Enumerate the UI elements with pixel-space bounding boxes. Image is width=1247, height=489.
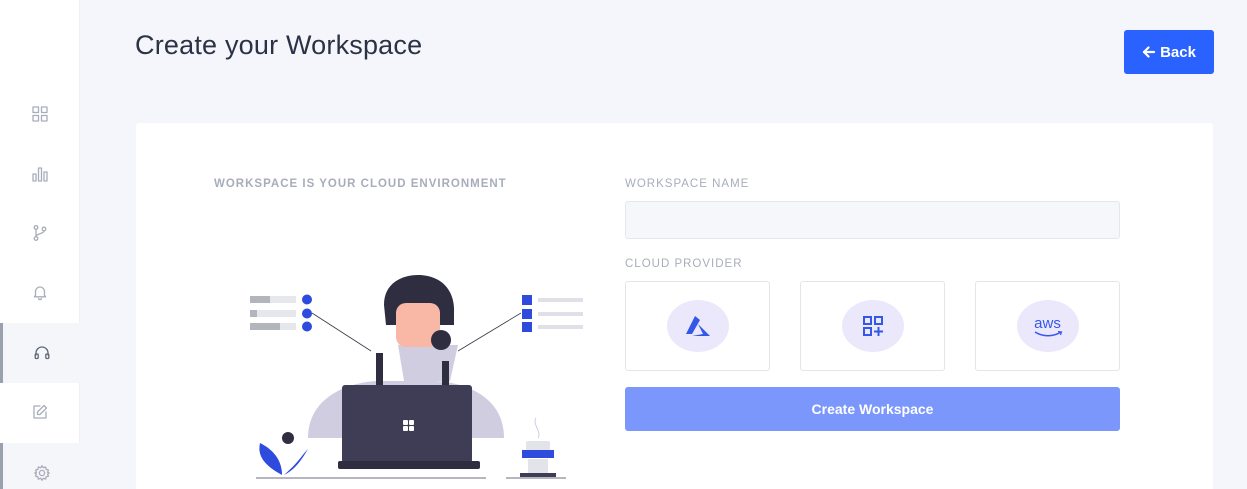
sidebar-item-edit[interactable] [0,382,80,442]
sidebar-item-dashboard[interactable] [0,84,80,144]
gcp-icon [862,316,883,336]
headset-icon [34,346,49,360]
provider-option-azure[interactable] [625,281,770,371]
provider-option-gcp[interactable] [800,281,945,371]
provider-option-aws[interactable]: aws [975,281,1120,371]
provider-icon-circle [841,300,904,352]
create-workspace-card: WORKSPACE IS YOUR CLOUD ENVIRONMENT WORK… [136,123,1213,489]
sidebar [0,0,80,489]
back-button[interactable]: Back [1124,30,1214,74]
azure-icon [685,316,710,336]
sidebar-item-settings[interactable] [0,443,80,489]
git-branch-icon [33,225,47,241]
aws-smile-icon [1034,330,1062,336]
cloud-provider-label: CLOUD PROVIDER [625,258,743,270]
sidebar-item-support[interactable] [0,323,80,383]
page-title: Create your Workspace [135,30,423,60]
aws-icon: aws [1034,314,1061,332]
sidebar-item-branches[interactable] [0,203,80,263]
edit-icon [33,404,48,419]
workspace-name-input[interactable] [625,201,1120,239]
bar-chart-icon [32,167,48,182]
workspace-name-label: WORKSPACE NAME [625,178,750,190]
provider-icon-circle: aws [1016,300,1079,352]
illustration-caption: WORKSPACE IS YOUR CLOUD ENVIRONMENT [214,178,507,190]
arrow-left-icon [1142,46,1156,58]
grid-icon [32,106,48,122]
gear-icon [33,465,50,481]
provider-icon-circle [666,300,729,352]
workspace-illustration [250,275,583,479]
bell-icon [33,286,47,301]
sidebar-item-notifications[interactable] [0,262,80,322]
sidebar-item-analytics[interactable] [0,144,80,204]
back-button-label: Back [1160,43,1196,61]
create-workspace-button[interactable]: Create Workspace [625,387,1120,431]
